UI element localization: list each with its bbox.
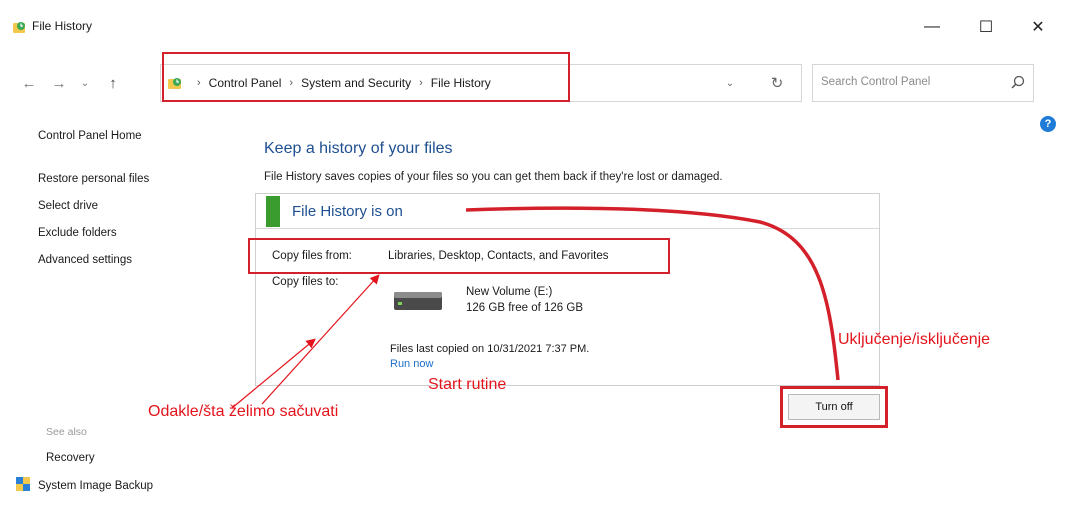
annotation-on-off: Uključenje/isključenje [838, 331, 991, 348]
help-icon[interactable]: ? [1040, 116, 1056, 132]
search-input[interactable]: Search Control Panel [812, 64, 1034, 102]
sidebar-link-select-drive[interactable]: Select drive [38, 200, 98, 212]
search-placeholder: Search Control Panel [821, 76, 931, 88]
sidebar-link-control-panel-home[interactable]: Control Panel Home [38, 130, 142, 142]
sidebar-link-exclude-folders[interactable]: Exclude folders [38, 227, 117, 239]
recent-locations-button[interactable]: ⌄ [74, 72, 96, 94]
sidebar-link-restore-personal-files[interactable]: Restore personal files [38, 173, 149, 185]
forward-button[interactable]: → [48, 72, 70, 94]
shield-icon [16, 477, 30, 491]
window-title: File History [32, 19, 93, 33]
copy-from-highlight-box [248, 238, 670, 274]
title-bar: File History — ☐ ✕ [0, 0, 1070, 48]
up-button[interactable]: ↑ [102, 72, 124, 94]
refresh-button[interactable]: ↻ [765, 71, 789, 95]
drive-icon [394, 292, 442, 310]
back-button[interactable]: ← [18, 72, 40, 94]
annotation-start: Start rutine [428, 376, 507, 393]
sidebar-link-advanced-settings[interactable]: Advanced settings [38, 254, 132, 266]
last-copied-text: Files last copied on 10/31/2021 7:37 PM. [390, 343, 590, 355]
see-also-link-system-image-backup[interactable]: System Image Backup [38, 480, 153, 492]
status-indicator-bar [266, 196, 280, 227]
address-dropdown-button[interactable]: ⌄ [719, 73, 741, 93]
search-icon[interactable] [1009, 74, 1027, 92]
drive-free-space: 126 GB free of 126 GB [466, 302, 583, 314]
copy-to-label: Copy files to: [272, 276, 339, 288]
breadcrumb-highlight-box [162, 52, 570, 102]
status-text: File History is on [292, 203, 403, 220]
status-panel: File History is on [255, 193, 880, 386]
see-also-link-recovery[interactable]: Recovery [46, 452, 95, 464]
minimize-button[interactable]: — [912, 10, 952, 44]
page-title: Keep a history of your files [264, 140, 453, 157]
maximize-button[interactable]: ☐ [966, 10, 1006, 44]
see-also-label: See also [46, 426, 87, 438]
status-header: File History is on [256, 194, 879, 229]
page-description: File History saves copies of your files … [264, 171, 723, 183]
annotation-source: Odakle/šta želimo sačuvati [148, 403, 339, 420]
close-button[interactable]: ✕ [1018, 10, 1058, 44]
drive-name: New Volume (E:) [466, 286, 553, 298]
run-now-link[interactable]: Run now [390, 358, 433, 370]
turn-off-button[interactable]: Turn off [788, 394, 880, 420]
file-history-icon [13, 22, 25, 33]
